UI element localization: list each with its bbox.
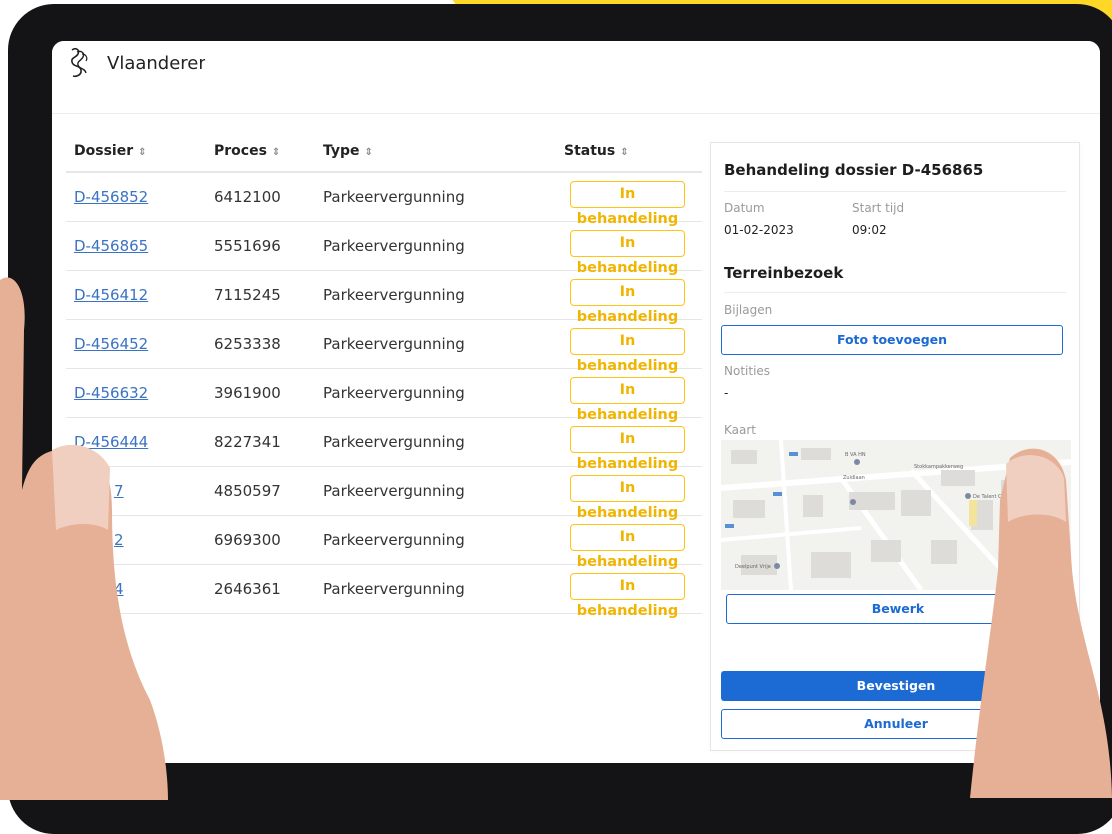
table-row[interactable]: 4 2646361 Parkeervergunning In behandeli… bbox=[66, 565, 702, 619]
brand-name: Vlaanderen bbox=[107, 53, 210, 74]
dossier-link[interactable]: 2 bbox=[114, 531, 124, 549]
dossier-table: Dossier ⇕ Proces ⇕ Type ⇕ Status ⇕ D-456852 … bbox=[66, 135, 702, 619]
dossier-link[interactable]: D-456444 bbox=[74, 433, 148, 451]
type-cell: Parkeervergunning bbox=[323, 335, 465, 353]
sort-icon: ⇕ bbox=[364, 147, 373, 158]
type-cell: Parkeervergunning bbox=[323, 237, 465, 255]
edit-button[interactable]: Bewerk bbox=[726, 594, 1070, 624]
divider bbox=[724, 191, 1066, 192]
add-photo-button[interactable]: Foto toevoegen bbox=[721, 325, 1063, 355]
divider bbox=[724, 292, 1066, 293]
type-cell: Parkeervergunning bbox=[323, 482, 465, 500]
map-street-label: Deelpunt Vrije bbox=[735, 564, 771, 570]
proces-number: 7115245 bbox=[214, 286, 281, 304]
table-header: Dossier ⇕ Proces ⇕ Type ⇕ Status ⇕ bbox=[66, 135, 702, 173]
table-row[interactable]: D-456452 6253338 Parkeervergunning In be… bbox=[66, 320, 702, 374]
home-logo-link[interactable]: Vlaanderen bbox=[52, 41, 214, 113]
column-header-dossier[interactable]: Dossier ⇕ bbox=[74, 143, 147, 159]
table-row[interactable]: 7 4850597 Parkeervergunning In behandeli… bbox=[66, 467, 702, 521]
notes-value: - bbox=[724, 386, 729, 400]
confirm-button[interactable]: Bevestigen bbox=[721, 671, 1071, 701]
type-cell: Parkeervergunning bbox=[323, 531, 465, 549]
column-header-proces[interactable]: Proces ⇕ bbox=[214, 143, 280, 159]
status-badge: In behandeling bbox=[570, 230, 685, 276]
dossier-link[interactable]: D-456412 bbox=[74, 286, 148, 304]
dossier-detail-panel: Behandeling dossier D-456865 Datum Start… bbox=[710, 142, 1080, 751]
status-badge: In behandeling bbox=[570, 328, 685, 374]
table-row[interactable]: D-456852 6412100 Parkeervergunning In be… bbox=[66, 173, 702, 227]
table-row[interactable]: 2 6969300 Parkeervergunning In behandeli… bbox=[66, 516, 702, 570]
cancel-button[interactable]: Annuleer bbox=[721, 709, 1071, 739]
type-cell: Parkeervergunning bbox=[323, 433, 465, 451]
top-bar: Vlaanderen bbox=[52, 41, 1100, 114]
table-row[interactable]: D-456865 5551696 Parkeervergunning In be… bbox=[66, 222, 702, 276]
notes-label: Notities bbox=[724, 364, 771, 378]
dossier-link[interactable]: 4 bbox=[114, 580, 124, 598]
type-cell: Parkeervergunning bbox=[323, 286, 465, 304]
flemish-lion-logo-icon bbox=[71, 47, 88, 78]
dossier-link[interactable]: 7 bbox=[114, 482, 124, 500]
sort-icon: ⇕ bbox=[271, 147, 281, 158]
date-value: 01-02-2023 bbox=[724, 223, 794, 237]
type-cell: Parkeervergunning bbox=[323, 580, 465, 598]
location-map[interactable]: Stokkampakkerweg Zuidlaan Deelpunt Vrije… bbox=[720, 439, 1072, 592]
map-place-label: B VA HN bbox=[845, 452, 866, 458]
proces-number: 5551696 bbox=[214, 237, 281, 255]
column-header-type[interactable]: Type ⇕ bbox=[323, 143, 373, 159]
type-cell: Parkeervergunning bbox=[323, 384, 465, 402]
start-time-value: 09:02 bbox=[852, 223, 887, 237]
map-street-label: Stokkampakkerweg bbox=[914, 464, 963, 470]
date-label: Datum bbox=[724, 201, 765, 215]
type-cell: Parkeervergunning bbox=[323, 188, 465, 206]
tablet-frame: Vlaanderen Dossier ⇕ Proces ⇕ Type ⇕ Status… bbox=[8, 4, 1112, 834]
table-row[interactable]: D-456412 7115245 Parkeervergunning In be… bbox=[66, 271, 702, 325]
start-time-label: Start tijd bbox=[852, 201, 905, 215]
column-header-status[interactable]: Status ⇕ bbox=[564, 143, 629, 159]
table-row[interactable]: D-456444 8227341 Parkeervergunning In be… bbox=[66, 418, 702, 472]
dossier-link[interactable]: D-456452 bbox=[74, 335, 148, 353]
dossier-link[interactable]: D-456852 bbox=[74, 188, 148, 206]
panel-title: Behandeling dossier D-456865 bbox=[724, 161, 984, 179]
app-screen: Vlaanderen Dossier ⇕ Proces ⇕ Type ⇕ Status… bbox=[52, 41, 1100, 763]
proces-number: 3961900 bbox=[214, 384, 281, 402]
section-title-terreinbezoek: Terreinbezoek bbox=[724, 264, 844, 282]
map-street-label: Zuidlaan bbox=[843, 475, 865, 481]
table-row[interactable]: D-456632 3961900 Parkeervergunning In be… bbox=[66, 369, 702, 423]
map-graphic: Stokkampakkerweg Zuidlaan Deelpunt Vrije… bbox=[720, 439, 1072, 592]
proces-number: 6253338 bbox=[214, 335, 281, 353]
status-badge: In behandeling bbox=[570, 573, 685, 619]
proces-number: 2646361 bbox=[214, 580, 281, 598]
dossier-link[interactable]: D-456632 bbox=[74, 384, 148, 402]
map-label: Kaart bbox=[724, 423, 757, 437]
proces-number: 6412100 bbox=[214, 188, 281, 206]
status-badge: In behandeling bbox=[570, 279, 685, 325]
sort-icon: ⇕ bbox=[620, 147, 629, 158]
status-badge: In behandeling bbox=[570, 475, 685, 521]
dossier-link[interactable]: D-456865 bbox=[74, 237, 148, 255]
proces-number: 4850597 bbox=[214, 482, 281, 500]
attachments-label: Bijlagen bbox=[724, 303, 773, 317]
status-badge: In behandeling bbox=[570, 181, 685, 227]
status-badge: In behandeling bbox=[570, 377, 685, 423]
status-badge: In behandeling bbox=[570, 426, 685, 472]
status-badge: In behandeling bbox=[570, 524, 685, 570]
proces-number: 6969300 bbox=[214, 531, 281, 549]
sort-icon: ⇕ bbox=[138, 147, 147, 158]
map-place-label: De Talent Coach bbox=[973, 494, 1014, 500]
proces-number: 8227341 bbox=[214, 433, 281, 451]
